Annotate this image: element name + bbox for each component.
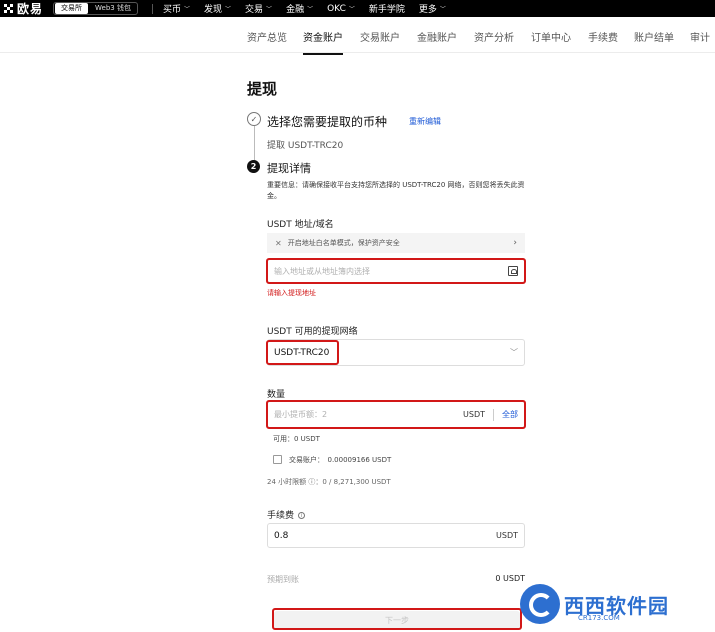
nav-discover[interactable]: 发现 ﹀ (204, 2, 231, 15)
tab-statements[interactable]: 账户结单 (634, 29, 674, 44)
step1-title: 选择您需要提取的币种 (267, 115, 388, 129)
top-nav-bar: 欧易 交易所 Web3 钱包 买币 ﹀ 发现 ﹀ 交易 ﹀ 金融 ﹀ OKC ﹀ 新手学院… (0, 0, 715, 17)
tab-trading-account[interactable]: 交易账户 (360, 29, 400, 44)
fee-field: 0.8 USDT (267, 523, 525, 548)
network-notice: 重要信息：请确保接收平台支持您所选择的 USDT-TRC20 网络，否则您将丢失… (267, 181, 525, 200)
selected-coin: 提取 USDT-TRC20 (267, 141, 344, 151)
nav-more[interactable]: 更多 ﹀ (419, 2, 446, 15)
asset-subnav: 资产总览 资金账户 交易账户 金融账户 资产分析 订单中心 手续费 账户结单 审… (0, 17, 715, 55)
chevron-down-icon: ﹀ (307, 6, 314, 13)
receive-value: 0 USDT (495, 574, 525, 583)
close-icon[interactable]: ✕ (275, 239, 282, 248)
max-amount-button[interactable]: 全部 (502, 409, 518, 420)
address-error: 请输入提现地址 (267, 289, 316, 297)
nav-academy[interactable]: 新手学院 (369, 2, 405, 15)
tab-audit[interactable]: 审计 (690, 29, 710, 44)
tab-funding-account[interactable]: 资金账户 (303, 29, 343, 55)
chevron-down-icon: ﹀ (510, 348, 518, 357)
tab-order-center[interactable]: 订单中心 (531, 29, 571, 44)
amount-input[interactable]: 最小提币额：2 USDT 全部 (267, 401, 525, 428)
site-watermark: 西西软件园 CR173.COM (520, 584, 669, 624)
network-label: USDT 可用的提现网络 (267, 327, 358, 337)
okx-logo[interactable]: 欧易 (0, 0, 43, 17)
trading-account-balance: 交易账户： 0.00009166 USDT (289, 456, 392, 464)
address-placeholder: 输入地址或从地址簿内选择 (274, 266, 370, 276)
chevron-down-icon: ﹀ (183, 6, 190, 13)
nav-divider (151, 3, 153, 14)
address-input[interactable]: 输入地址或从地址簿内选择 (267, 259, 525, 283)
chevron-right-icon: › (513, 238, 517, 248)
next-step-button[interactable]: 下一步 (274, 611, 520, 629)
chevron-down-icon: ﹀ (266, 6, 273, 13)
nav-buy-crypto[interactable]: 买币 ﹀ (163, 2, 190, 15)
amount-label: 数量 (267, 390, 286, 400)
re-edit-link[interactable]: 重新编辑 (409, 116, 441, 127)
tab-fees[interactable]: 手续费 (588, 29, 618, 44)
receive-label: 预期到账 (267, 575, 299, 584)
fee-label: 手续费 i (267, 508, 306, 521)
available-balance: 可用：0 USDT (273, 435, 320, 443)
nav-okc[interactable]: OKC ﹀ (327, 4, 355, 14)
pill-exchange[interactable]: 交易所 (55, 3, 89, 14)
whitelist-text: 开启地址白名单模式，保护资产安全 (287, 239, 400, 247)
network-select[interactable]: USDT-TRC20 ﹀ (267, 339, 525, 366)
watermark-text: 西西软件园 (564, 593, 669, 618)
amount-unit: USDT (463, 410, 485, 419)
platform-switch: 交易所 Web3 钱包 (53, 2, 138, 15)
step-complete-check-icon: ✓ (247, 112, 261, 126)
trading-account-checkbox[interactable] (273, 455, 282, 464)
network-value: USDT-TRC20 (274, 347, 330, 358)
chevron-down-icon: ﹀ (348, 6, 355, 13)
daily-limit: 24 小时限额 ⓘ：0 / 8,271,300 USDT (267, 478, 391, 486)
chevron-down-icon: ﹀ (225, 6, 232, 13)
whitelist-banner[interactable]: ✕ 开启地址白名单模式，保护资产安全 › (267, 233, 525, 253)
nav-finance[interactable]: 金融 ﹀ (286, 2, 313, 15)
step2-title: 提现详情 (267, 162, 311, 175)
expected-receive-row: 预期到账 0 USDT (267, 574, 525, 585)
fee-unit: USDT (496, 531, 518, 540)
okx-logo-icon (4, 4, 13, 13)
watermark-logo-icon (520, 584, 560, 624)
input-divider (493, 408, 494, 421)
nav-trade[interactable]: 交易 ﹀ (245, 2, 272, 15)
page-title: 提现 (247, 80, 278, 98)
address-book-icon[interactable] (508, 266, 518, 276)
tab-asset-overview[interactable]: 资产总览 (247, 29, 287, 44)
fee-value: 0.8 (274, 530, 289, 541)
logo-text: 欧易 (17, 2, 44, 16)
tab-asset-analysis[interactable]: 资产分析 (474, 29, 514, 44)
watermark-subtext: CR173.COM (578, 614, 620, 622)
tab-finance-account[interactable]: 金融账户 (417, 29, 457, 44)
step-connector (254, 126, 255, 162)
amount-placeholder: 最小提币额：2 (274, 410, 328, 419)
chevron-down-icon: ﹀ (439, 6, 446, 13)
step2-number: 2 (247, 160, 260, 173)
pill-web3-wallet[interactable]: Web3 钱包 (89, 3, 137, 14)
info-icon[interactable]: i (298, 512, 306, 519)
address-label: USDT 地址/域名 (267, 220, 334, 230)
